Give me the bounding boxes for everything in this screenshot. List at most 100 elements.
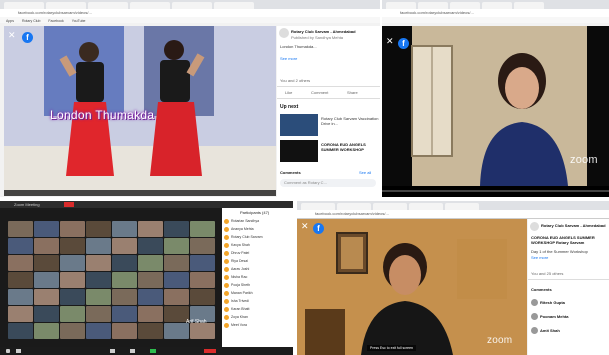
participant-tile[interactable]	[8, 289, 33, 305]
participant-tile[interactable]	[164, 272, 189, 288]
participant-tile[interactable]	[60, 272, 85, 288]
participant-tile[interactable]	[8, 306, 33, 322]
participant-row[interactable]: Manan Parikh	[222, 290, 293, 298]
participant-tile[interactable]	[86, 272, 111, 288]
tab-3[interactable]	[88, 2, 128, 9]
commenter-name[interactable]: Amit Shah	[540, 328, 560, 333]
participant-tile[interactable]	[190, 238, 215, 254]
participant-tile[interactable]	[138, 289, 163, 305]
participant-tile[interactable]	[164, 289, 189, 305]
participant-tile[interactable]	[190, 221, 215, 237]
participant-tile[interactable]	[60, 255, 85, 271]
participant-tile[interactable]	[138, 272, 163, 288]
mute-icon[interactable]	[6, 349, 10, 353]
participant-tile[interactable]	[34, 289, 59, 305]
participant-row[interactable]: Rotarian Sandhya	[222, 218, 293, 226]
participant-tile[interactable]	[86, 238, 111, 254]
participant-tile[interactable]	[60, 306, 85, 322]
participant-tile[interactable]	[34, 255, 59, 271]
participant-row[interactable]: Riya Desai	[222, 258, 293, 266]
address-bar[interactable]: facebook.com/rotaryclubsarvam/videos/...	[297, 210, 609, 219]
participant-tile[interactable]	[112, 221, 137, 237]
participant-tile[interactable]	[60, 289, 85, 305]
participant-tile[interactable]	[86, 289, 111, 305]
like-button[interactable]: Like	[285, 90, 292, 95]
participant-tile[interactable]	[8, 323, 33, 339]
tab-5[interactable]	[172, 2, 212, 9]
participants-icon[interactable]	[110, 349, 115, 353]
chat-icon[interactable]	[130, 349, 135, 353]
participant-tile[interactable]	[34, 221, 59, 237]
participant-tile[interactable]	[112, 255, 137, 271]
page-name[interactable]: Rotary Club Sarvam - Ahmedabad	[541, 223, 606, 228]
share-screen-icon[interactable]	[150, 349, 156, 353]
participant-tile[interactable]	[112, 272, 137, 288]
tab-2[interactable]	[418, 2, 448, 9]
video-icon[interactable]	[16, 349, 21, 353]
participant-tile[interactable]	[164, 238, 189, 254]
participant-tile[interactable]	[190, 255, 215, 271]
tab-6[interactable]	[214, 2, 254, 9]
participant-tile[interactable]	[112, 323, 137, 339]
bookmark-item[interactable]: Apps	[6, 19, 14, 23]
participant-tile[interactable]	[112, 238, 137, 254]
participant-row[interactable]: Dhruv Patel	[222, 250, 293, 258]
participant-tile[interactable]	[34, 323, 59, 339]
next-video-title[interactable]: Rotary Club Sarvam Vaccination Drive in.…	[321, 116, 379, 126]
video-progress-bar[interactable]	[382, 186, 609, 197]
participant-row[interactable]: Aarav Joshi	[222, 266, 293, 274]
participant-tile[interactable]	[138, 306, 163, 322]
tab-2[interactable]	[337, 203, 371, 210]
see-all-link[interactable]: See all	[359, 170, 371, 175]
tab-1[interactable]	[386, 2, 416, 9]
participant-tile[interactable]	[112, 306, 137, 322]
see-more-link[interactable]: See more	[280, 56, 297, 61]
participant-tile[interactable]	[190, 272, 215, 288]
tab-3[interactable]	[373, 203, 407, 210]
participant-tile[interactable]	[8, 238, 33, 254]
page-name[interactable]: Rotary Club Sarvam - Ahmedabad	[291, 29, 356, 34]
next-video-thumbnail[interactable]	[280, 140, 318, 162]
participant-row[interactable]: Kavya Shah	[222, 242, 293, 250]
participant-tile[interactable]	[60, 323, 85, 339]
participant-tile[interactable]	[8, 255, 33, 271]
participant-tile[interactable]	[8, 221, 33, 237]
bookmark-item[interactable]: YouTube	[72, 19, 86, 23]
commenter-name[interactable]: Ritesh Gupta	[540, 300, 565, 305]
participant-tile[interactable]	[8, 272, 33, 288]
participant-tile[interactable]	[60, 221, 85, 237]
video-player[interactable]: f ✕ London Thumakda	[4, 26, 276, 196]
participant-tile[interactable]	[138, 238, 163, 254]
participant-tile[interactable]	[34, 272, 59, 288]
participant-row[interactable]: Karan Bhatt	[222, 306, 293, 314]
end-meeting-button[interactable]	[204, 349, 216, 353]
tab-3[interactable]	[450, 2, 480, 9]
tab-1[interactable]	[301, 203, 335, 210]
participant-tile[interactable]	[164, 255, 189, 271]
participant-row[interactable]: Meet Vora	[222, 322, 293, 330]
participant-row[interactable]: Nisha Rao	[222, 274, 293, 282]
video-player[interactable]: f ✕ zoom	[382, 26, 609, 186]
video-progress-bar[interactable]	[4, 190, 276, 196]
tab-5[interactable]	[514, 2, 544, 9]
reaction-count[interactable]: You and 25 others	[531, 271, 563, 276]
participant-row[interactable]: Zoya Khan	[222, 314, 293, 322]
next-video-thumbnail[interactable]	[280, 114, 318, 136]
video-player[interactable]: f ✕ zoom Press Esc to exit full screen	[297, 219, 527, 355]
participant-row[interactable]: Rotary Club Sarvam	[222, 234, 293, 242]
bookmark-item[interactable]: Facebook	[48, 19, 63, 23]
reaction-count[interactable]: You and 2 others	[280, 78, 310, 83]
participant-row[interactable]: Ananya Mehta	[222, 226, 293, 234]
tab-4[interactable]	[482, 2, 512, 9]
participant-tile[interactable]	[138, 221, 163, 237]
tab-1[interactable]	[4, 2, 44, 9]
participant-row[interactable]: Pooja Sheth	[222, 282, 293, 290]
participant-row[interactable]: Isha Trivedi	[222, 298, 293, 306]
see-more-link[interactable]: See more	[531, 255, 548, 260]
participant-tile[interactable]	[138, 323, 163, 339]
share-button[interactable]: Share	[347, 90, 358, 95]
participant-tile[interactable]	[86, 255, 111, 271]
commenter-name[interactable]: Poonam Mehta	[540, 314, 568, 319]
tab-2[interactable]	[46, 2, 86, 9]
participant-tile[interactable]	[164, 221, 189, 237]
